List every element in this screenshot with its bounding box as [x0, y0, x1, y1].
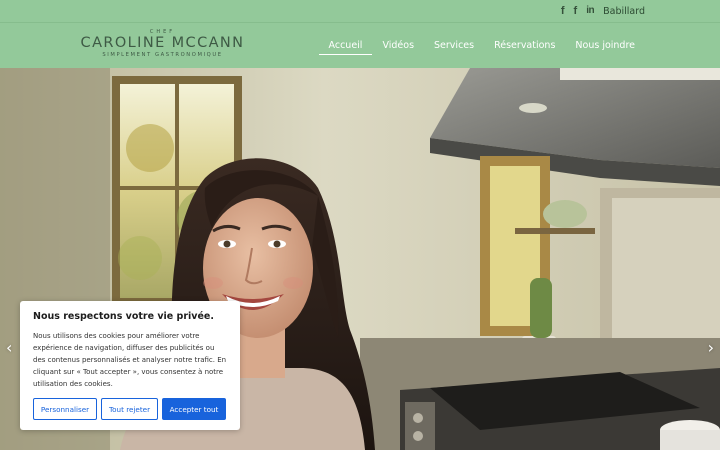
customize-button[interactable]: Personnaliser [33, 398, 97, 420]
accept-all-button[interactable]: Accepter tout [162, 398, 226, 420]
cookie-button-row: Personnaliser Tout rejeter Accepter tout [33, 398, 227, 420]
cookie-consent-banner: Nous respectons votre vie privée. Nous u… [20, 301, 240, 430]
cookie-title: Nous respectons votre vie privée. [33, 311, 214, 322]
main-nav: Accueil Vidéos Services Réservations Nou… [318, 23, 645, 68]
linkedin-icon[interactable]: in [586, 6, 594, 16]
logo-tagline: SIMPLEMENT GASTRONOMIQUE [102, 52, 223, 58]
site-logo[interactable]: CHEF CAROLINE MCCANN SIMPLEMENT GASTRONO… [75, 28, 250, 62]
cookie-description: Nous utilisons des cookies pour améliore… [33, 332, 227, 388]
slider-prev-arrow-icon[interactable]: ‹ [6, 340, 12, 356]
nav-item-videos[interactable]: Vidéos [372, 23, 424, 68]
facebook-icon[interactable]: f [574, 5, 578, 17]
site-header: CHEF CAROLINE MCCANN SIMPLEMENT GASTRONO… [0, 23, 720, 68]
babillard-link[interactable]: Babillard [603, 6, 645, 17]
nav-item-reservations[interactable]: Réservations [484, 23, 565, 68]
logo-name: CAROLINE MCCANN [80, 35, 245, 51]
nav-item-services[interactable]: Services [424, 23, 484, 68]
nav-item-nous-joindre[interactable]: Nous joindre [565, 23, 645, 68]
nav-item-accueil[interactable]: Accueil [318, 23, 373, 68]
slider-next-arrow-icon[interactable]: › [708, 340, 714, 356]
top-utility-bar: f f in Babillard [0, 0, 720, 23]
facebook-icon[interactable]: f [561, 5, 565, 17]
reject-all-button[interactable]: Tout rejeter [101, 398, 158, 420]
